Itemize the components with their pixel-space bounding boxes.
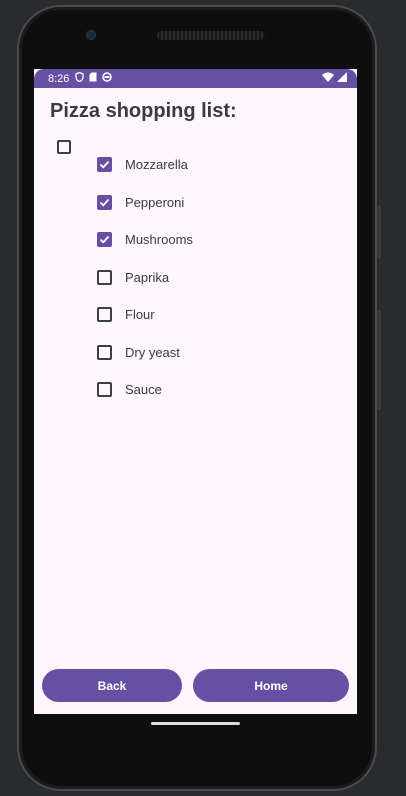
list-item[interactable]: Flour — [97, 296, 193, 334]
shopping-list: Mozzarella Pepperoni Mushrooms Paprika Flour… — [97, 146, 193, 409]
page-title: Pizza shopping list: — [50, 100, 237, 122]
check-icon — [99, 236, 110, 244]
sim-icon — [89, 72, 97, 85]
status-right — [322, 72, 347, 85]
sync-icon — [102, 72, 113, 85]
check-icon — [99, 198, 110, 207]
item-label: Paprika — [125, 269, 170, 285]
back-button[interactable]: Back — [42, 669, 182, 702]
list-item[interactable]: Mushrooms — [97, 221, 193, 259]
item-checkbox[interactable] — [97, 307, 112, 323]
list-item[interactable]: Dry yeast — [97, 334, 193, 372]
item-checkbox[interactable] — [97, 157, 112, 173]
item-checkbox[interactable] — [97, 382, 112, 398]
select-all-checkbox[interactable] — [57, 140, 71, 154]
item-checkbox[interactable] — [97, 194, 112, 210]
list-item[interactable]: Paprika — [97, 259, 193, 297]
list-item[interactable]: Mozzarella — [97, 146, 193, 184]
status-time: 8:26 — [48, 72, 70, 85]
item-label: Mozzarella — [125, 157, 188, 173]
front-camera — [86, 30, 96, 40]
item-checkbox[interactable] — [97, 269, 112, 285]
shield-icon — [75, 71, 85, 85]
app-screen: 8:26 Pizza shopping list: Mozzarella Pepp… — [34, 69, 357, 714]
gesture-bar[interactable] — [151, 722, 240, 725]
power-button — [377, 205, 381, 259]
earpiece-speaker — [157, 31, 265, 40]
home-button[interactable]: Home — [193, 669, 349, 702]
list-item[interactable]: Pepperoni — [97, 184, 193, 222]
check-icon — [99, 161, 110, 169]
volume-button — [377, 310, 381, 410]
list-item[interactable]: Sauce — [97, 371, 193, 409]
item-checkbox[interactable] — [97, 232, 112, 248]
wifi-icon — [322, 72, 334, 85]
signal-icon — [337, 72, 347, 85]
item-label: Pepperoni — [125, 194, 185, 210]
item-checkbox[interactable] — [97, 344, 112, 360]
status-bar: 8:26 — [34, 69, 357, 88]
item-label: Mushrooms — [125, 232, 193, 248]
item-label: Flour — [125, 307, 155, 323]
item-label: Dry yeast — [125, 344, 180, 360]
item-label: Sauce — [125, 382, 162, 398]
